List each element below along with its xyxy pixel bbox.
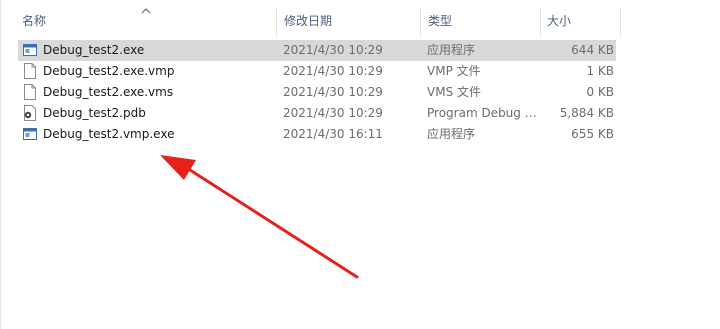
- column-divider[interactable]: [420, 8, 421, 36]
- file-row[interactable]: Debug_test2.exe 2021/4/30 10:29 应用程序 644…: [18, 40, 616, 61]
- file-modified: 2021/4/30 10:29: [283, 106, 383, 120]
- file-size: 644 KB: [571, 43, 614, 57]
- file-row[interactable]: Debug_test2.pdb 2021/4/30 10:29 Program …: [18, 103, 616, 124]
- exe-icon: [23, 44, 37, 56]
- file-name: Debug_test2.exe.vms: [43, 85, 174, 99]
- file-size: 0 KB: [586, 85, 614, 99]
- document-icon: [24, 84, 36, 100]
- sort-ascending-icon[interactable]: [140, 6, 152, 16]
- file-list: Debug_test2.exe 2021/4/30 10:29 应用程序 644…: [0, 40, 622, 145]
- column-header-type[interactable]: 类型: [428, 8, 452, 34]
- file-size: 655 KB: [571, 127, 614, 141]
- file-modified: 2021/4/30 10:29: [283, 64, 383, 78]
- file-name: Debug_test2.vmp.exe: [43, 127, 175, 141]
- file-type: 应用程序: [427, 127, 476, 141]
- exe-icon: [23, 128, 37, 140]
- column-header-modified[interactable]: 修改日期: [284, 8, 332, 34]
- file-modified: 2021/4/30 10:29: [283, 43, 383, 57]
- file-row[interactable]: Debug_test2.vmp.exe 2021/4/30 16:11 应用程序…: [18, 124, 616, 145]
- file-type: VMS 文件: [427, 85, 481, 99]
- file-name: Debug_test2.exe: [43, 43, 145, 57]
- file-type: 应用程序: [427, 43, 476, 57]
- column-divider[interactable]: [540, 8, 541, 36]
- file-modified: 2021/4/30 10:29: [283, 85, 383, 99]
- file-row[interactable]: Debug_test2.exe.vmp 2021/4/30 10:29 VMP …: [18, 61, 616, 82]
- file-size: 1 KB: [586, 64, 614, 78]
- column-header-name[interactable]: 名称: [22, 8, 46, 34]
- file-row[interactable]: Debug_test2.exe.vms 2021/4/30 10:29 VMS …: [18, 82, 616, 103]
- document-icon: [24, 63, 36, 79]
- column-divider[interactable]: [276, 8, 277, 36]
- file-size: 5,884 KB: [559, 106, 614, 120]
- pdb-icon: [24, 105, 36, 121]
- column-header-size[interactable]: 大小: [547, 8, 571, 34]
- file-name: Debug_test2.exe.vmp: [43, 64, 175, 78]
- file-modified: 2021/4/30 16:11: [283, 127, 383, 141]
- column-divider[interactable]: [620, 8, 621, 36]
- file-type: Program Debug Database: [427, 106, 545, 120]
- file-name: Debug_test2.pdb: [43, 106, 146, 120]
- column-header-bar: 名称 修改日期 类型 大小: [0, 6, 622, 36]
- file-type: VMP 文件: [427, 64, 481, 78]
